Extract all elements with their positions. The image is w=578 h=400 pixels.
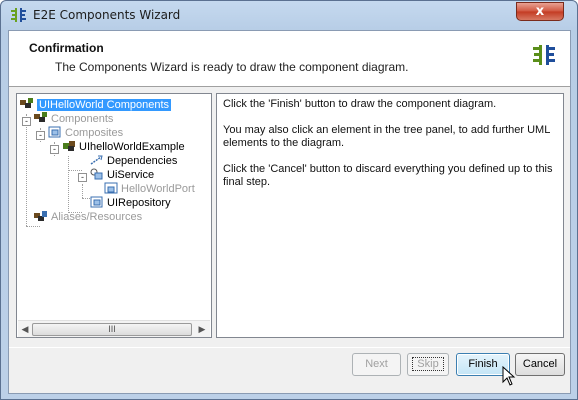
- cancel-instruction: Click the 'Cancel' button to discard eve…: [223, 163, 553, 188]
- tree-item-label: Aliases/Resources: [51, 211, 143, 223]
- tree-item-composites[interactable]: Composites: [48, 126, 123, 140]
- component-package-icon: [63, 141, 75, 151]
- instructions-panel: Click the 'Finish' button to draw the co…: [216, 93, 564, 338]
- wizard-body: - - - - UIHelloWorld Components Componen…: [16, 93, 564, 341]
- tree-expander[interactable]: -: [50, 145, 59, 154]
- dependencies-icon: [90, 155, 103, 165]
- tree-item-label: UiService: [107, 169, 155, 181]
- wizard-header: Confirmation The Components Wizard is re…: [9, 31, 570, 87]
- tree-connector: [26, 114, 27, 226]
- tree-item-root[interactable]: UIHelloWorld Components: [20, 98, 172, 112]
- e2e-logo-icon: [533, 45, 555, 65]
- tree-item-label: UIHelloWorld Components: [37, 99, 172, 111]
- tree-instruction: You may also click an element in the tre…: [223, 124, 550, 149]
- tree-item-label: HelloWorldPort: [121, 183, 195, 195]
- tree-horizontal-scrollbar[interactable]: ◀ III ▶: [18, 320, 210, 337]
- tree-item-repository[interactable]: UIRepository: [90, 196, 171, 210]
- component-tree-panel[interactable]: - - - - UIHelloWorld Components Componen…: [16, 93, 212, 338]
- header-title: Confirmation: [29, 41, 104, 55]
- tree-item-label: Dependencies: [107, 155, 178, 167]
- service-icon: [90, 168, 103, 180]
- finish-button-label: Finish: [468, 358, 498, 370]
- tree-connector: [68, 170, 82, 171]
- skip-button[interactable]: Skip: [407, 353, 449, 376]
- wizard-window: E2E Components Wizard x Confirmation The…: [0, 0, 578, 400]
- tree-item-service[interactable]: UiService: [90, 168, 154, 182]
- scroll-left-icon[interactable]: ◀: [19, 324, 31, 335]
- tree-connector: [82, 184, 83, 198]
- components-icon: [34, 112, 47, 122]
- tree-expander[interactable]: -: [36, 131, 45, 140]
- tree-item-aliases[interactable]: Aliases/Resources: [34, 210, 142, 224]
- tree-item-example[interactable]: UIhelloWorldExample: [62, 140, 185, 154]
- app-logo-icon: [11, 8, 26, 22]
- title-bar[interactable]: E2E Components Wizard x: [1, 1, 577, 29]
- scroll-right-icon[interactable]: ▶: [196, 324, 208, 335]
- tree-item-components[interactable]: Components: [34, 112, 113, 126]
- cancel-button[interactable]: Cancel: [515, 353, 565, 376]
- wizard-client-area: Confirmation The Components Wizard is re…: [8, 30, 571, 394]
- scroll-grip-icon: III: [108, 324, 116, 334]
- header-subtitle: The Components Wizard is ready to draw t…: [55, 60, 409, 74]
- tree-item-port[interactable]: HelloWorldPort: [104, 182, 195, 196]
- repository-icon: [90, 196, 103, 208]
- tree-expander[interactable]: -: [78, 173, 87, 182]
- next-button-label: Next: [365, 358, 388, 370]
- close-button[interactable]: x: [516, 2, 564, 21]
- skip-button-label: Skip: [412, 357, 444, 371]
- port-icon: [104, 182, 118, 194]
- close-icon: x: [535, 4, 545, 19]
- mouse-pointer-icon: [502, 366, 516, 386]
- next-button[interactable]: Next: [352, 353, 401, 376]
- composites-icon: [48, 126, 61, 138]
- tree-item-label: Composites: [65, 127, 124, 139]
- components-folder-icon: [20, 98, 33, 108]
- aliases-icon: [34, 211, 47, 221]
- tree-item-label: Components: [51, 113, 114, 125]
- tree-connector: [68, 156, 69, 213]
- tree-connector: [26, 226, 40, 227]
- scroll-thumb[interactable]: III: [32, 323, 192, 336]
- tree-item-dependencies[interactable]: Dependencies: [90, 154, 177, 168]
- tree-item-label: UIhelloWorldExample: [79, 141, 185, 153]
- window-title: E2E Components Wizard: [33, 8, 181, 22]
- tree-expander[interactable]: -: [22, 117, 31, 126]
- cancel-button-label: Cancel: [522, 358, 558, 370]
- tree-item-label: UIRepository: [107, 197, 171, 209]
- finish-instruction: Click the 'Finish' button to draw the co…: [223, 98, 497, 110]
- button-separator: [9, 347, 570, 348]
